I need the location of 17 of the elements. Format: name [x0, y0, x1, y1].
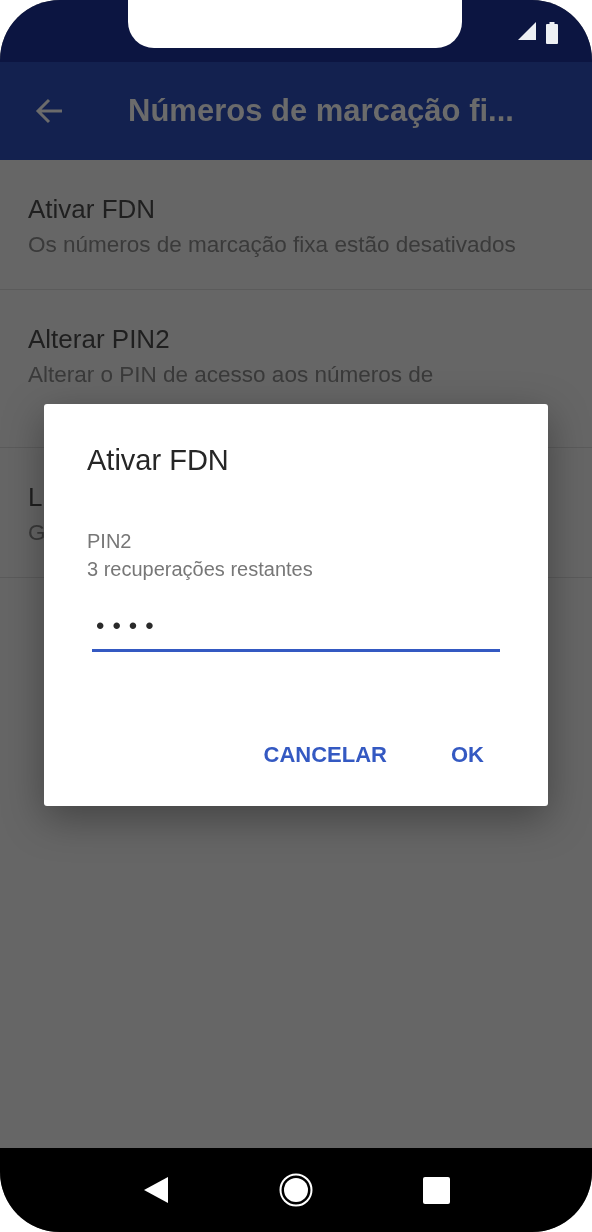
battery-icon: [546, 22, 558, 44]
item-title: Alterar PIN2: [28, 324, 170, 355]
signal-icon: [518, 22, 536, 40]
pin-field[interactable]: ••••: [92, 603, 500, 652]
dialog-button[interactable]: CANCELAR: [259, 738, 391, 772]
back-icon: [142, 1176, 169, 1204]
square-icon: [422, 1176, 450, 1204]
field-label: PIN2 3 recuperações restantes: [87, 529, 314, 582]
home-icon: [278, 1173, 313, 1207]
item-title: Ativar FDN: [28, 194, 156, 225]
home-button[interactable]: [278, 1173, 313, 1207]
recents-button[interactable]: [422, 1176, 450, 1204]
screen-title: Números de marcação fi...: [128, 93, 514, 129]
back-button[interactable]: [142, 1176, 169, 1204]
item-title: L: [28, 482, 43, 513]
back-arrow-icon: [34, 96, 64, 126]
dialog-button[interactable]: OK: [447, 738, 488, 772]
